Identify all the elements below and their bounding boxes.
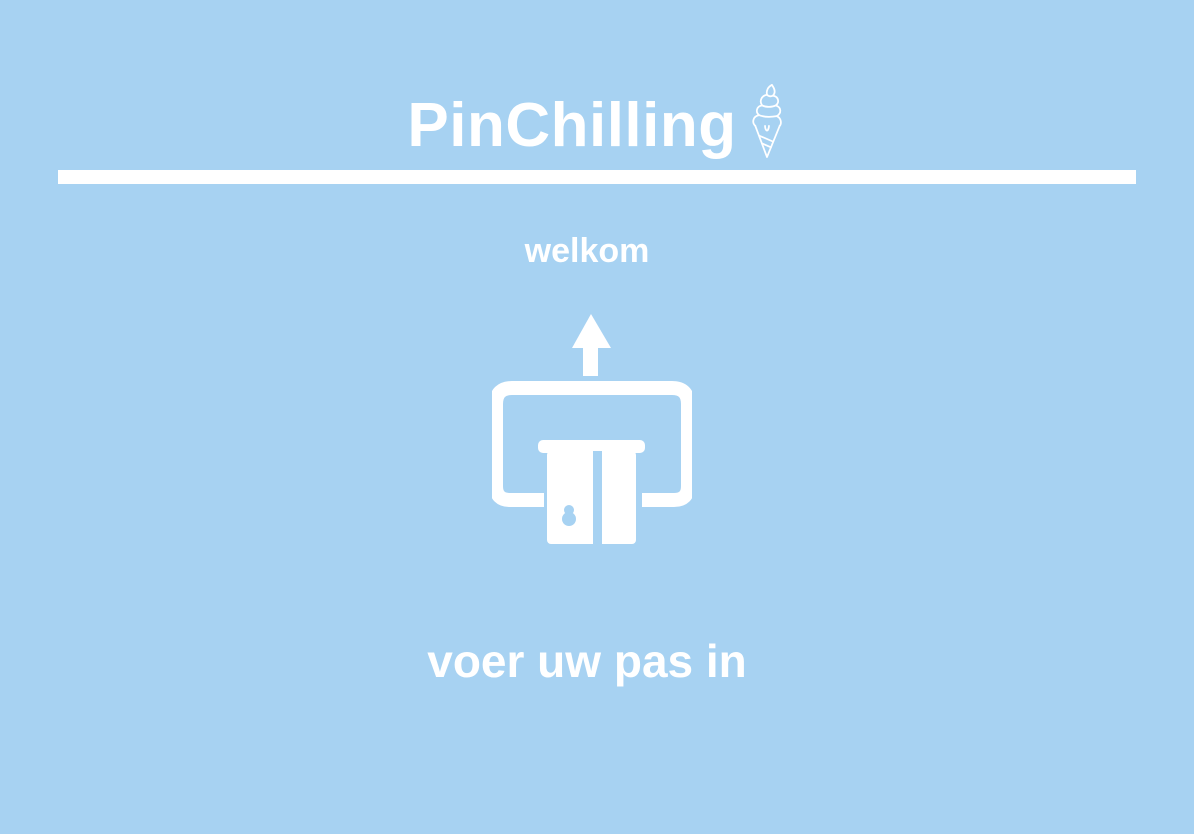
insert-card-icon: [492, 314, 692, 544]
app-title: PinChilling: [407, 91, 737, 160]
ice-cream-cone-icon: [752, 84, 782, 158]
header-divider: [58, 170, 1136, 184]
instruction-text: voer uw pas in: [427, 635, 747, 687]
welcome-text: welkom: [524, 232, 650, 270]
brand: PinChilling: [0, 84, 1194, 166]
app-header: PinChilling: [0, 0, 1194, 170]
